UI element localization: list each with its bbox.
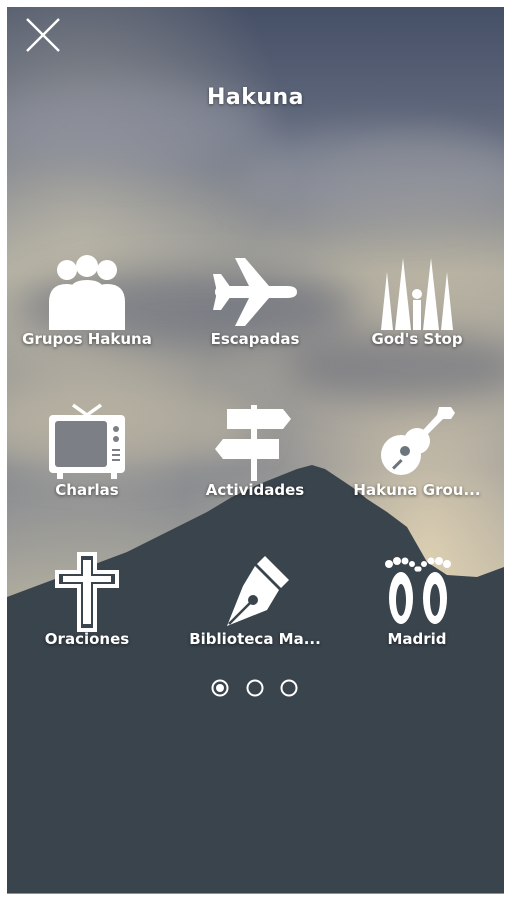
menu-item-label: God's Stop [371, 330, 463, 348]
airplane-icon [213, 258, 297, 326]
launcher-screen: Hakuna Grupos Hakuna Escapadas God's Sto… [7, 7, 504, 894]
menu-item-label: Grupos Hakuna [22, 330, 152, 348]
menu-item-biblioteca[interactable]: Biblioteca Ma... [175, 552, 335, 667]
tv-icon [49, 403, 125, 479]
menu-item-label: Oraciones [44, 630, 130, 648]
menu-item-hakuna-group[interactable]: Hakuna Grou... [337, 403, 497, 518]
page-dot[interactable] [280, 679, 298, 697]
menu-item-label: Biblioteca Ma... [189, 630, 321, 648]
page-dot[interactable] [246, 679, 264, 697]
menu-item-charlas[interactable]: Charlas [7, 403, 167, 518]
menu-item-actividades[interactable]: Actividades [175, 403, 335, 518]
menu-item-label: Actividades [205, 481, 305, 499]
page-indicator [207, 677, 307, 701]
menu-item-label: Hakuna Grou... [353, 481, 481, 499]
close-icon[interactable] [23, 15, 63, 55]
people-group-icon [49, 255, 125, 330]
fountain-pen-icon [227, 556, 289, 626]
guitar-icon [381, 407, 455, 475]
menu-item-escapadas[interactable]: Escapadas [175, 252, 335, 367]
menu-item-label: Escapadas [210, 330, 300, 348]
menu-item-oraciones[interactable]: Oraciones [7, 552, 167, 667]
cross-icon [55, 552, 119, 632]
page-dot-active[interactable] [211, 679, 229, 697]
app-title: Hakuna [206, 85, 305, 110]
signpost-icon [215, 405, 291, 481]
footprints-icon [385, 557, 451, 624]
divider [7, 893, 504, 894]
menu-item-label: Charlas [55, 481, 119, 499]
menu-item-gods-stop[interactable]: God's Stop [337, 252, 497, 367]
menu-item-madrid[interactable]: Madrid [337, 552, 497, 667]
cathedral-icon [381, 258, 453, 330]
menu-item-grupos-hakuna[interactable]: Grupos Hakuna [7, 252, 167, 367]
menu-item-label: Madrid [387, 630, 447, 648]
